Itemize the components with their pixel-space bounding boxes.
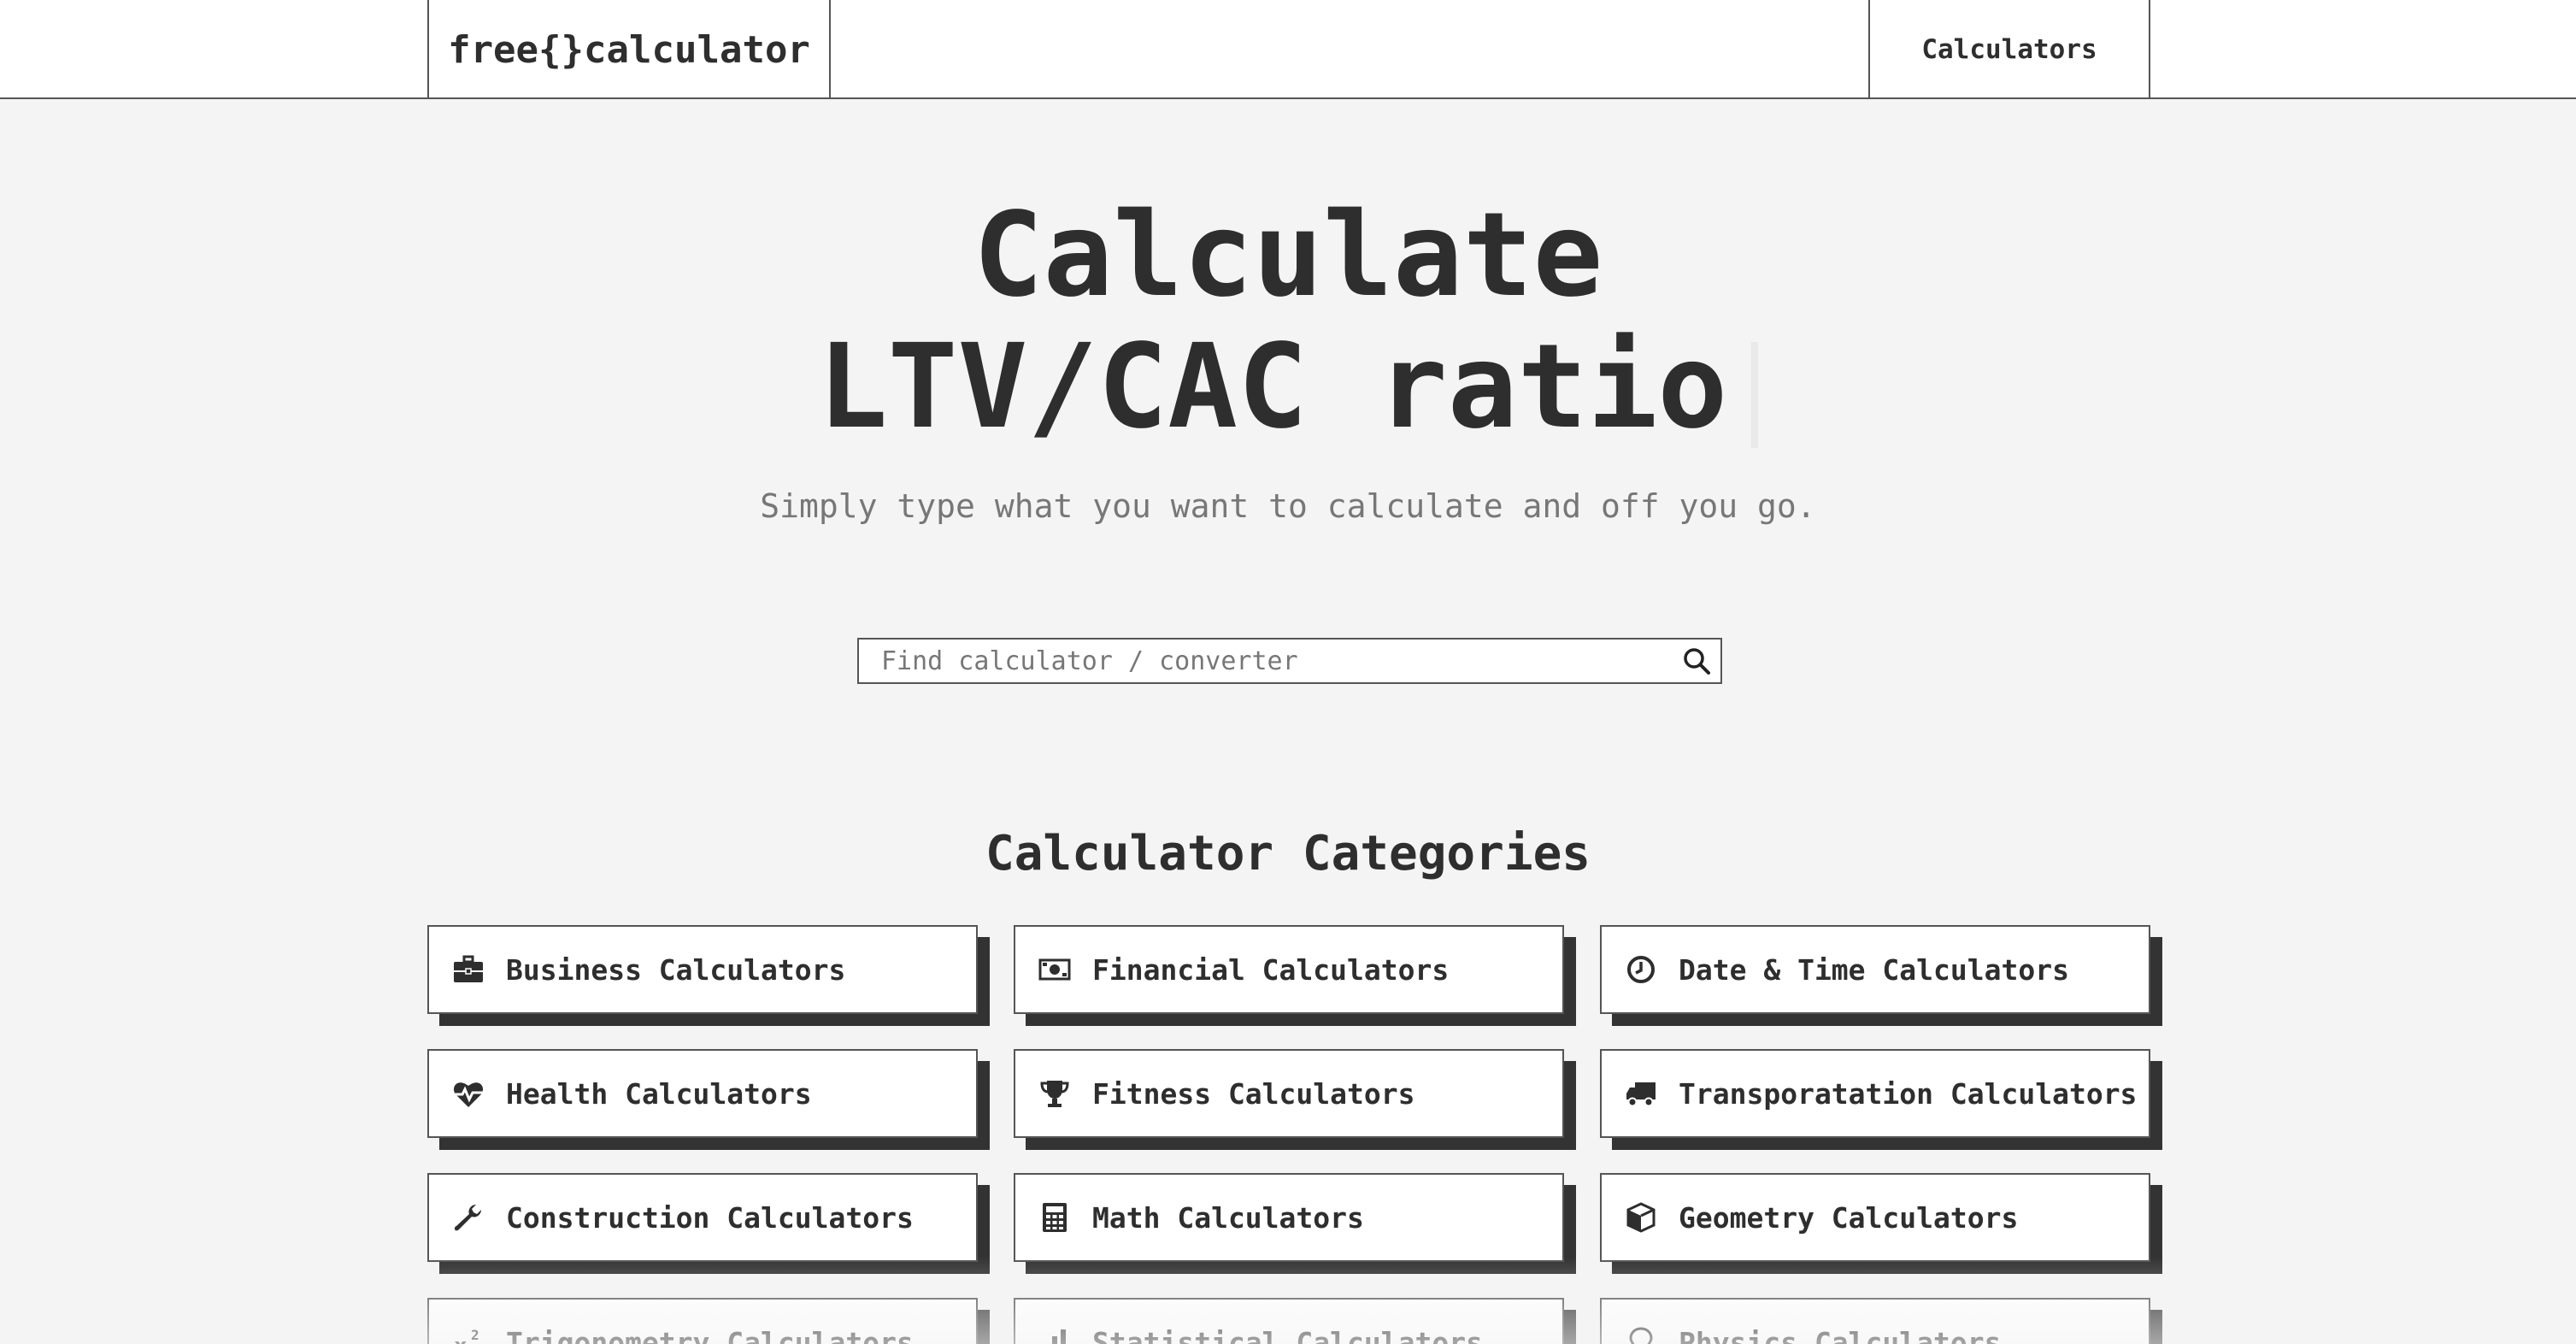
trophy-icon [1038, 1076, 1072, 1111]
superscript-icon: x2 [451, 1325, 485, 1344]
briefcase-icon [451, 952, 485, 987]
category-card-health[interactable]: Health Calculators [427, 1049, 978, 1138]
clock-icon [1624, 952, 1658, 987]
hero-title: Calculate LTV/CAC ratio [0, 190, 2576, 453]
bar-chart-icon [1038, 1325, 1072, 1344]
category-label: Business Calculators [506, 952, 846, 987]
category-card-transportation[interactable]: Transporatation Calculators [1600, 1049, 2150, 1138]
category-label: Construction Calculators [506, 1200, 914, 1235]
nav-calculators-link[interactable]: Calculators [1868, 0, 2150, 99]
category-card-physics[interactable]: Physics Calculators [1600, 1298, 2150, 1344]
search-input[interactable] [859, 640, 1673, 682]
hero-title-line2-wrap: LTV/CAC ratio [0, 321, 2576, 453]
category-label: Physics Calculators [1679, 1325, 2002, 1344]
svg-text:2: 2 [471, 1327, 479, 1343]
category-label: Geometry Calculators [1679, 1200, 2019, 1235]
categories-title: Calculator Categories [985, 826, 1591, 881]
category-label: Health Calculators [506, 1076, 812, 1111]
hero-title-line1: Calculate [973, 188, 1603, 323]
category-label: Fitness Calculators [1092, 1076, 1415, 1111]
cube-icon [1624, 1200, 1658, 1235]
svg-text:x: x [454, 1334, 468, 1344]
nav-calculators-label: Calculators [1921, 34, 2097, 65]
logo-link[interactable]: free{}calculator [427, 0, 831, 99]
calculator-icon [1038, 1200, 1072, 1235]
category-label: Math Calculators [1092, 1200, 1364, 1235]
category-label: Statistical Calculators [1092, 1325, 1483, 1344]
wrench-icon [451, 1200, 485, 1235]
category-card-financial[interactable]: Financial Calculators [1014, 925, 1564, 1014]
logo-text: free{}calculator [448, 27, 810, 72]
money-bill-icon [1038, 952, 1072, 987]
hero-title-line2: LTV/CAC ratio [817, 320, 1728, 455]
category-label: Financial Calculators [1092, 952, 1450, 987]
category-label: Trigonometry Calculators [506, 1325, 914, 1344]
category-card-trigonometry[interactable]: x2 Trigonometry Calculators [427, 1298, 978, 1344]
category-card-business[interactable]: Business Calculators [427, 925, 978, 1014]
top-navigation-bar: free{}calculator Calculators [0, 0, 2576, 99]
lightbulb-icon [1624, 1325, 1658, 1344]
category-label: Date & Time Calculators [1679, 952, 2069, 987]
category-card-construction[interactable]: Construction Calculators [427, 1173, 978, 1262]
category-card-fitness[interactable]: Fitness Calculators [1014, 1049, 1564, 1138]
categories-grid: Business Calculators Financial Calculato… [427, 925, 2150, 1344]
typing-cursor [1751, 341, 1759, 448]
heartbeat-icon [451, 1076, 485, 1111]
category-card-statistical[interactable]: Statistical Calculators [1014, 1298, 1564, 1344]
truck-icon [1624, 1076, 1658, 1111]
hero-subtitle: Simply type what you want to calculate a… [760, 487, 1816, 525]
category-card-geometry[interactable]: Geometry Calculators [1600, 1173, 2150, 1262]
category-card-date-time[interactable]: Date & Time Calculators [1600, 925, 2150, 1014]
category-label: Transporatation Calculators [1679, 1076, 2138, 1111]
category-card-math[interactable]: Math Calculators [1014, 1173, 1564, 1262]
search-bar [857, 638, 1722, 684]
search-icon[interactable] [1673, 640, 1720, 682]
